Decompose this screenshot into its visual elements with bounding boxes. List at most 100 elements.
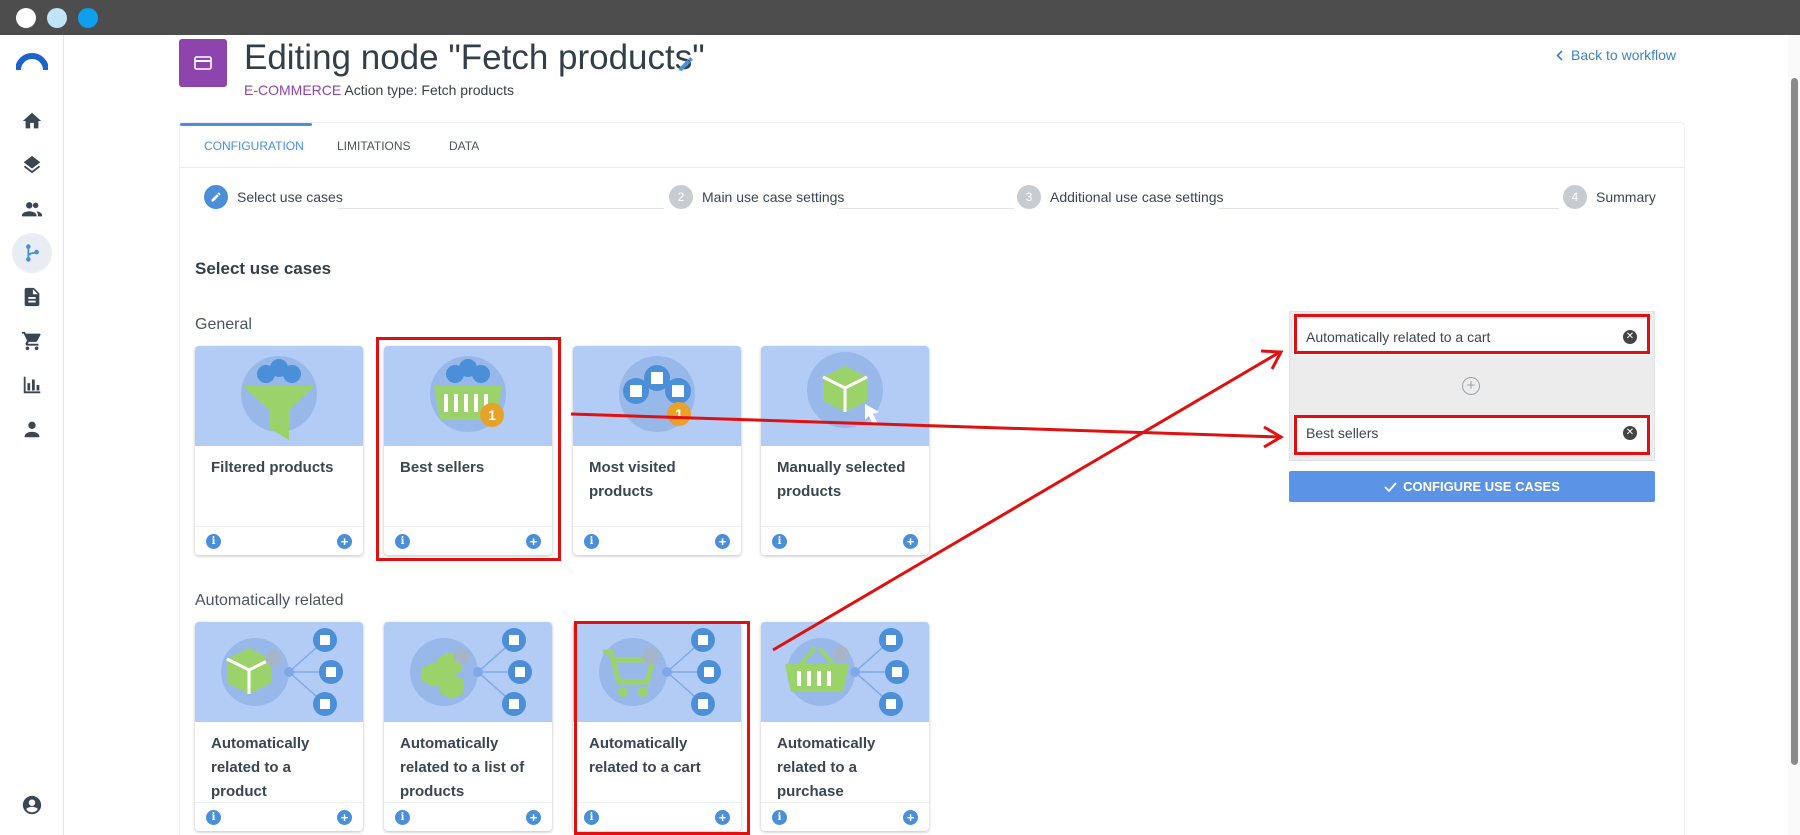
svg-text:1: 1 (675, 406, 683, 422)
stepper-connector (1219, 208, 1559, 209)
info-icon[interactable]: i (584, 810, 599, 825)
card-footer: i + (195, 802, 363, 831)
app-logo-icon[interactable] (16, 53, 48, 73)
box-network-icon (195, 622, 363, 722)
boxes-medal-icon: 1 (573, 346, 741, 446)
remove-icon[interactable]: ✕ (1623, 426, 1637, 440)
card-footer: i + (195, 526, 363, 555)
step-summary[interactable]: 4 Summary (1563, 185, 1656, 209)
page-title: Editing node "Fetch products" (244, 38, 705, 77)
account-icon[interactable] (12, 785, 52, 825)
configure-use-cases-button[interactable]: CONFIGURE USE CASES (1289, 471, 1655, 502)
stepper-connector (839, 208, 1014, 209)
info-icon[interactable]: i (772, 534, 787, 549)
remove-icon[interactable]: ✕ (1623, 330, 1637, 344)
add-icon[interactable]: + (526, 534, 541, 549)
add-icon[interactable]: + (337, 810, 352, 825)
add-icon[interactable]: + (526, 810, 541, 825)
card-label: Automatically related to a product (211, 735, 310, 800)
tab-bar: CONFIGURATION LIMITATIONS DATA (180, 123, 1684, 168)
close-window-button[interactable] (16, 8, 36, 28)
step-label: Additional use case settings (1050, 189, 1224, 205)
card-label: Automatically related to a cart (589, 735, 701, 776)
add-icon[interactable]: + (337, 534, 352, 549)
node-subtitle: E-COMMERCE Action type: Fetch products (244, 82, 514, 98)
add-icon[interactable]: + (715, 534, 730, 549)
cart-icon[interactable] (12, 321, 52, 361)
edit-pencil-icon[interactable] (677, 55, 695, 73)
node-action-type: Action type: Fetch products (344, 82, 514, 98)
info-icon[interactable]: i (772, 810, 787, 825)
card-label: Filtered products (211, 459, 334, 476)
card-footer: i + (384, 526, 552, 555)
document-icon[interactable] (12, 277, 52, 317)
selected-item-related-to-cart: Automatically related to a cart ✕ (1293, 319, 1651, 355)
scrollbar-thumb[interactable] (1791, 78, 1798, 765)
card-footer: i + (573, 802, 741, 831)
tab-data[interactable]: DATA (449, 123, 479, 168)
use-case-card-most-visited-products[interactable]: 1 Most visited products i + (573, 346, 741, 555)
card-label: Automatically related to a list of produ… (400, 735, 525, 800)
step-main-use-case-settings[interactable]: 2 Main use case settings (669, 185, 844, 209)
use-case-card-best-sellers[interactable]: 1 Best sellers i + (384, 346, 552, 555)
use-case-card-related-to-product[interactable]: Automatically related to a product i + (195, 622, 363, 831)
layers-icon[interactable] (12, 145, 52, 185)
home-icon[interactable] (12, 101, 52, 141)
add-circle-icon[interactable]: + (1462, 377, 1480, 395)
card-footer: i + (573, 526, 741, 555)
configure-button-label: CONFIGURE USE CASES (1403, 479, 1560, 494)
boxes-network-icon (384, 622, 552, 722)
group-title-automatically-related: Automatically related (195, 592, 344, 609)
add-icon[interactable]: + (715, 810, 730, 825)
person-icon[interactable] (12, 409, 52, 449)
info-icon[interactable]: i (395, 810, 410, 825)
step-pencil-icon (204, 185, 228, 209)
use-case-card-related-to-list-of-products[interactable]: Automatically related to a list of produ… (384, 622, 552, 831)
use-case-card-filtered-products[interactable]: Filtered products i + (195, 346, 363, 555)
step-label: Main use case settings (702, 189, 845, 205)
workflow-icon[interactable] (12, 233, 52, 273)
use-case-card-related-to-purchase[interactable]: Automatically related to a purchase i + (761, 622, 929, 831)
step-additional-use-case-settings[interactable]: 3 Additional use case settings (1017, 185, 1224, 209)
use-case-card-manually-selected-products[interactable]: Manually selected products i + (761, 346, 929, 555)
info-icon[interactable]: i (584, 534, 599, 549)
info-icon[interactable]: i (206, 534, 221, 549)
basket-network-icon (761, 622, 929, 722)
selected-item-label: Automatically related to a cart (1306, 329, 1491, 345)
svg-text:1: 1 (488, 407, 496, 423)
back-to-workflow-link[interactable]: Back to workflow (1556, 47, 1676, 63)
add-icon[interactable]: + (903, 810, 918, 825)
people-icon[interactable] (12, 189, 52, 229)
step-label: Summary (1596, 189, 1656, 205)
step-label: Select use cases (237, 189, 343, 205)
cart-network-icon (573, 622, 741, 722)
tab-configuration[interactable]: CONFIGURATION (204, 123, 304, 168)
selected-item-label: Best sellers (1306, 425, 1379, 441)
window-titlebar (0, 0, 1800, 35)
step-number: 4 (1563, 185, 1587, 209)
card-label: Automatically related to a purchase (777, 735, 876, 800)
funnel-icon (195, 346, 363, 446)
box-cursor-icon (761, 346, 929, 446)
step-number: 3 (1017, 185, 1041, 209)
node-category: E-COMMERCE (244, 82, 342, 98)
maximize-window-button[interactable] (78, 8, 98, 28)
sidebar (0, 35, 64, 835)
tab-limitations[interactable]: LIMITATIONS (337, 123, 411, 168)
chevron-left-icon (1556, 49, 1563, 61)
use-case-card-related-to-cart[interactable]: Automatically related to a cart i + (573, 622, 741, 831)
card-label: Most visited products (589, 459, 676, 500)
step-select-use-cases[interactable]: Select use cases (204, 185, 343, 209)
minimize-window-button[interactable] (47, 8, 67, 28)
card-footer: i + (761, 802, 929, 831)
info-icon[interactable]: i (206, 810, 221, 825)
basket-medal-icon: 1 (384, 346, 552, 446)
card-label: Manually selected products (777, 459, 906, 500)
back-link-label: Back to workflow (1571, 47, 1677, 63)
section-title: Select use cases (195, 259, 332, 278)
bar-chart-icon[interactable] (12, 365, 52, 405)
add-icon[interactable]: + (903, 534, 918, 549)
step-number: 2 (669, 185, 693, 209)
info-icon[interactable]: i (395, 534, 410, 549)
card-label: Best sellers (400, 459, 485, 476)
